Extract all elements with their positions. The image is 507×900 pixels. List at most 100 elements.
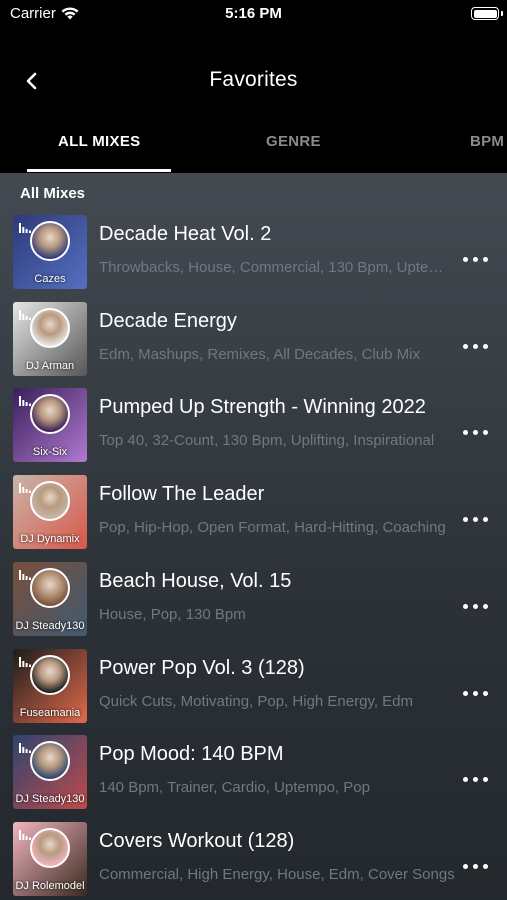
mix-artwork: DJ Rolemodel bbox=[13, 821, 87, 896]
dot bbox=[463, 603, 468, 609]
more-options-icon[interactable] bbox=[463, 862, 491, 872]
mix-tags: Pop, Hip-Hop, Open Format, Hard-Hitting,… bbox=[99, 519, 446, 537]
dj-avatar bbox=[30, 654, 70, 695]
mix-title: Follow The Leader bbox=[99, 483, 265, 506]
dj-name: DJ Rolemodel bbox=[15, 879, 85, 892]
mix-tags: Throwbacks, House, Commercial, 130 Bpm, … bbox=[99, 259, 455, 276]
mix-artwork: DJ Dynamix bbox=[13, 475, 87, 550]
mix-artwork: Six-Six bbox=[13, 388, 87, 463]
clock: 5:16 PM bbox=[225, 5, 282, 22]
dot bbox=[473, 430, 478, 436]
page-title: Favorites bbox=[209, 68, 298, 91]
dot bbox=[483, 430, 488, 436]
equalizer-icon bbox=[19, 829, 31, 840]
more-options-icon[interactable] bbox=[463, 689, 491, 699]
mix-title: Power Pop Vol. 3 (128) bbox=[99, 656, 305, 679]
dj-name: DJ Steady130 bbox=[15, 619, 85, 632]
mix-title: Decade Heat Vol. 2 bbox=[99, 223, 272, 245]
dot bbox=[463, 777, 468, 783]
more-options-icon[interactable] bbox=[463, 255, 491, 265]
tab-genre[interactable]: GENRE bbox=[266, 133, 321, 150]
dot bbox=[473, 690, 478, 696]
dj-avatar bbox=[30, 481, 70, 522]
active-tab-indicator bbox=[27, 169, 171, 172]
dj-name: Six-Six bbox=[32, 446, 68, 459]
dot bbox=[463, 430, 468, 436]
mix-tags: Edm, Mashups, Remixes, All Decades, Club… bbox=[99, 345, 420, 363]
mix-tags: House, Pop, 130 Bpm bbox=[99, 605, 246, 623]
status-bar: Carrier 5:16 PM bbox=[0, 0, 507, 30]
mix-row[interactable]: DJ Steady130 Pop Mood: 140 BPM 140 Bpm, Tr… bbox=[0, 735, 507, 821]
dot bbox=[483, 343, 488, 349]
dot bbox=[473, 863, 478, 869]
equalizer-icon bbox=[19, 223, 31, 233]
equalizer-icon bbox=[19, 743, 31, 754]
mix-list-container[interactable]: All Mixes Cazes Decade Heat Vol. 2 Throwba… bbox=[0, 173, 507, 900]
mix-artwork: DJ Steady130 bbox=[13, 735, 87, 810]
mix-title: Pop Mood: 140 BPM bbox=[99, 743, 284, 766]
dj-avatar bbox=[30, 741, 70, 782]
mix-row[interactable]: Six-Six Pumped Up Strength - Winning 2022… bbox=[0, 388, 507, 474]
mix-artwork: Fuseamania bbox=[13, 648, 87, 723]
tab-bpm[interactable]: BPM bbox=[470, 133, 504, 150]
mix-title: Beach House, Vol. 15 bbox=[99, 569, 292, 592]
dot bbox=[483, 690, 488, 696]
equalizer-icon bbox=[19, 483, 31, 494]
dj-name: DJ Arman bbox=[25, 359, 75, 372]
dj-avatar bbox=[30, 221, 70, 261]
dj-avatar bbox=[30, 307, 70, 348]
dot bbox=[483, 863, 488, 869]
mix-row[interactable]: DJ Dynamix Follow The Leader Pop, Hip-Hop,… bbox=[0, 475, 507, 561]
dot bbox=[483, 517, 488, 523]
mix-title: Decade Energy bbox=[99, 309, 237, 332]
dj-name: Cazes bbox=[34, 273, 66, 285]
section-header: All Mixes bbox=[20, 185, 86, 202]
dot bbox=[483, 257, 488, 262]
mix-artwork: DJ Steady130 bbox=[13, 561, 87, 636]
mix-artwork: DJ Arman bbox=[13, 301, 87, 376]
mix-tags: Quick Cuts, Motivating, Pop, High Energy… bbox=[99, 692, 414, 710]
more-options-icon[interactable] bbox=[463, 515, 491, 525]
tab-bar: ALL MIXES GENRE BPM bbox=[0, 125, 507, 173]
dot bbox=[483, 603, 488, 609]
more-options-icon[interactable] bbox=[463, 775, 491, 785]
dj-name: DJ Steady130 bbox=[15, 793, 85, 806]
dot bbox=[473, 603, 478, 609]
equalizer-icon bbox=[19, 569, 31, 580]
equalizer-icon bbox=[19, 309, 31, 320]
dot bbox=[463, 863, 468, 869]
dj-avatar bbox=[30, 567, 70, 608]
equalizer-icon bbox=[19, 396, 31, 407]
mix-row[interactable]: DJ Steady130 Beach House, Vol. 15 House, P… bbox=[0, 561, 507, 648]
dot bbox=[473, 517, 478, 523]
mix-title: Pumped Up Strength - Winning 2022 bbox=[99, 396, 426, 419]
mix-row[interactable]: DJ Arman Decade Energy Edm, Mashups, Remix… bbox=[0, 301, 507, 388]
mix-tags: Commercial, High Energy, House, Edm, Cov… bbox=[99, 865, 455, 883]
mix-tags: 140 Bpm, Trainer, Cardio, Uptempo, Pop bbox=[99, 779, 370, 797]
dj-avatar bbox=[30, 394, 70, 435]
dot bbox=[463, 690, 468, 696]
battery-icon bbox=[471, 7, 503, 20]
dj-avatar bbox=[30, 827, 70, 868]
mix-row[interactable]: Fuseamania Power Pop Vol. 3 (128) Quick Cu… bbox=[0, 648, 507, 735]
mix-row[interactable]: Cazes Decade Heat Vol. 2 Throwbacks, House… bbox=[0, 215, 507, 301]
dj-name: DJ Dynamix bbox=[20, 533, 80, 546]
dot bbox=[483, 777, 488, 783]
tab-all-mixes[interactable]: ALL MIXES bbox=[58, 133, 140, 150]
dot bbox=[473, 343, 478, 349]
more-options-icon[interactable] bbox=[463, 342, 491, 352]
equalizer-icon bbox=[19, 656, 31, 667]
more-options-icon[interactable] bbox=[463, 428, 491, 438]
dot bbox=[473, 257, 478, 262]
dot bbox=[463, 257, 468, 262]
mix-title: Covers Workout (128) bbox=[99, 829, 295, 852]
dot bbox=[473, 777, 478, 783]
navigation-bar: Favorites bbox=[0, 30, 507, 130]
dj-name: Fuseamania bbox=[19, 706, 81, 719]
dot bbox=[463, 343, 468, 349]
more-options-icon[interactable] bbox=[463, 602, 491, 612]
dot bbox=[463, 517, 468, 523]
mix-tags: Top 40, 32-Count, 130 Bpm, Uplifting, In… bbox=[99, 432, 435, 450]
mix-artwork: Cazes bbox=[13, 215, 87, 289]
mix-row[interactable]: DJ Rolemodel Covers Workout (128) Commerci… bbox=[0, 821, 507, 900]
